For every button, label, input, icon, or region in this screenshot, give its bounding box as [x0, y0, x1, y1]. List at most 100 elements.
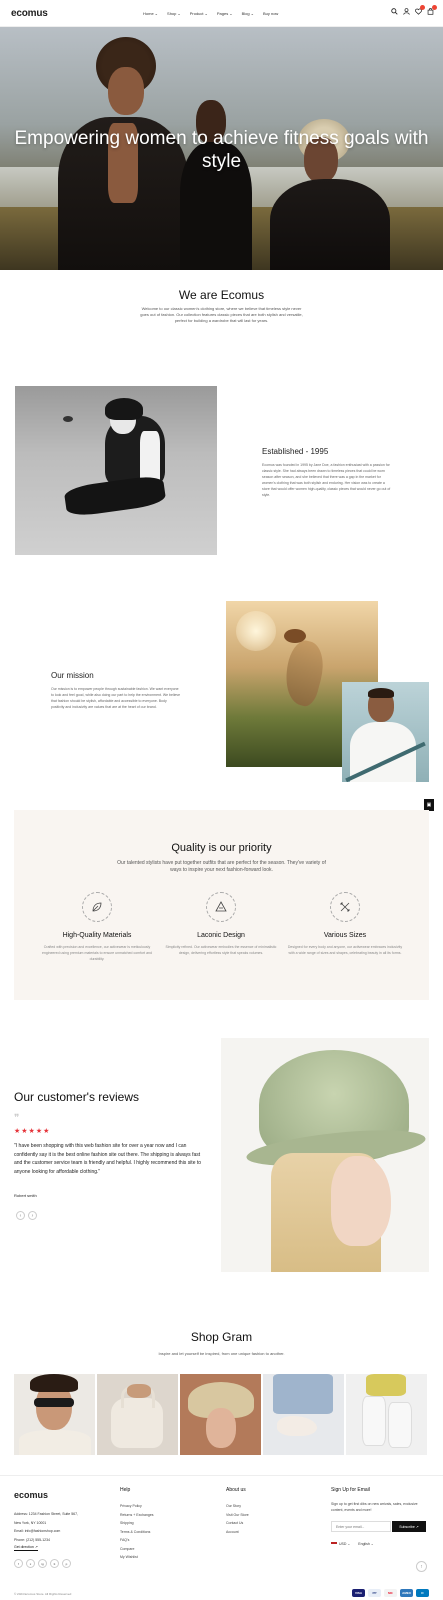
nav-pages[interactable]: Pages ⌄	[217, 11, 233, 16]
quality-item: Various Sizes Designed for every body an…	[285, 892, 405, 956]
rating-stars: ★★★★★	[14, 1128, 51, 1135]
footer-link[interactable]: Shipping	[120, 1519, 154, 1528]
footer-link[interactable]: Account	[226, 1528, 249, 1537]
mission-title: Our mission	[51, 671, 94, 680]
address-line: New York, NY 10001	[14, 1520, 47, 1525]
x-icon[interactable]: x	[26, 1559, 35, 1568]
gallery-image-boots[interactable]	[346, 1374, 427, 1455]
gallery-image-hat[interactable]	[180, 1374, 261, 1455]
footer-link[interactable]: Our Story	[226, 1502, 249, 1511]
hand	[127, 1384, 151, 1398]
diamond-icon	[206, 892, 236, 922]
nav-label: Product	[189, 11, 204, 16]
quality-item-desc: Crafted with precision and excellence, o…	[42, 945, 152, 961]
mission-text: Our mission is to empower people through…	[51, 687, 181, 709]
shopgram-gallery	[14, 1374, 427, 1455]
quality-item: Laconic Design Simplicity refined. Our a…	[161, 892, 281, 956]
established-photo	[15, 386, 217, 555]
social-links: f x ig tt p	[14, 1559, 71, 1568]
pinterest-icon[interactable]: p	[62, 1559, 71, 1568]
nav-home[interactable]: Home ⌄	[143, 11, 158, 16]
quality-item-name: High-Quality Materials	[62, 932, 132, 939]
footer-link[interactable]: Terms & Conditions	[120, 1528, 154, 1537]
signup-title: Sign Up for Email	[331, 1487, 370, 1493]
dancer-dress	[278, 637, 330, 709]
nav-product[interactable]: Product ⌄	[190, 11, 208, 16]
established-text: Ecomus was founded in 1995 by Jane Doe, …	[262, 463, 391, 497]
address-line: Address: 1234 Fashion Street, Suite 567,	[14, 1512, 79, 1516]
facebook-icon[interactable]: f	[14, 1559, 23, 1568]
site-footer: ecomus Address: 1234 Fashion Street, Sui…	[0, 1475, 443, 1600]
gallery-image-sunglasses[interactable]	[14, 1374, 95, 1455]
get-direction-link[interactable]: Get direction ↗	[14, 1545, 38, 1551]
hair	[30, 1374, 78, 1392]
footer-help-title: Help	[120, 1487, 131, 1493]
sun-glow	[236, 611, 276, 651]
footer-logo[interactable]: ecomus	[14, 1490, 48, 1500]
footer-link[interactable]: FAQ's	[120, 1536, 154, 1545]
header-icons	[391, 5, 437, 15]
quality-title: Quality is our priority	[171, 842, 272, 854]
language-select[interactable]: English ⌄	[358, 1542, 373, 1546]
footer-address: Address: 1234 Fashion Street, Suite 567,…	[14, 1510, 78, 1544]
email-input[interactable]	[331, 1521, 391, 1532]
nav-buy-now[interactable]: Buy now	[263, 11, 278, 16]
review-author: Robert smith	[14, 1193, 37, 1198]
gallery-image-bag[interactable]	[97, 1374, 178, 1455]
footer-link[interactable]: My Wishlist	[120, 1553, 154, 1562]
nav-blog[interactable]: Blog ⌄	[242, 11, 254, 16]
nav-shop[interactable]: Shop ⌄	[167, 11, 181, 16]
mission-photo-man	[342, 682, 429, 782]
bird	[63, 416, 73, 422]
heart-icon[interactable]	[415, 5, 425, 15]
tiktok-icon[interactable]: tt	[50, 1559, 59, 1568]
model-legs	[63, 474, 167, 518]
back-to-top-icon[interactable]: ↑	[416, 1561, 427, 1572]
chevron-down-icon: ⌄	[177, 11, 181, 16]
established-title: Established - 1995	[262, 447, 329, 456]
face	[331, 1156, 391, 1246]
cart-icon[interactable]	[427, 5, 437, 15]
pants	[366, 1374, 406, 1396]
chevron-down-icon: ⌄	[154, 11, 159, 16]
arrows-icon	[330, 892, 360, 922]
hero-banner: Empowering women to achieve fitness goal…	[0, 27, 443, 270]
hero-model-left-face	[108, 67, 144, 115]
email-line: Email: info@fashionshop.com	[14, 1529, 61, 1533]
quality-item-name: Laconic Design	[197, 932, 245, 939]
search-icon[interactable]	[391, 8, 398, 15]
us-flag-icon	[331, 1542, 337, 1547]
currency-select[interactable]: USD ⌄	[331, 1542, 350, 1547]
quality-section: Quality is our priority Our talented sty…	[14, 810, 429, 1000]
footer-link[interactable]: Compare	[120, 1545, 154, 1554]
nav-label: Buy now	[262, 11, 279, 16]
footer-help: Help Privacy Policy Returns + Exchanges …	[120, 1487, 154, 1562]
hero-model-right-body	[270, 179, 390, 270]
review-nav: ‹ ›	[16, 1211, 37, 1220]
face	[206, 1408, 236, 1448]
chevron-down-icon: ⌄	[229, 11, 233, 16]
about-title: We are Ecomus	[178, 288, 265, 302]
site-header: ecomus Home ⌄ Shop ⌄ Product ⌄ Pages ⌄ Blog ⌄…	[0, 0, 443, 27]
quality-item-desc: Simplicity refined. Our activewear embod…	[165, 945, 277, 955]
jeans	[273, 1374, 333, 1414]
subscribe-button[interactable]: Subscribe ↗	[392, 1521, 426, 1532]
coat	[19, 1430, 91, 1455]
next-arrow-icon[interactable]: ›	[28, 1211, 37, 1220]
instagram-icon[interactable]: ig	[38, 1559, 47, 1568]
prev-arrow-icon[interactable]: ‹	[16, 1211, 25, 1220]
reviews-title: Our customer's reviews	[14, 1090, 139, 1104]
footer-link[interactable]: Returns + Exchanges	[120, 1511, 154, 1520]
footer-signup: Sign Up for Email	[331, 1487, 370, 1502]
footer-link[interactable]: Contact Us	[226, 1519, 249, 1528]
main-nav: Home ⌄ Shop ⌄ Product ⌄ Pages ⌄ Blog ⌄ Buy no…	[143, 11, 278, 16]
locale-selects: USD ⌄ English ⌄	[331, 1542, 374, 1547]
dancer-hair	[284, 629, 306, 643]
footer-about: About us Our Story Visit Our Store Conta…	[226, 1487, 249, 1536]
user-icon[interactable]	[403, 8, 410, 15]
footer-link[interactable]: Privacy Policy	[120, 1502, 154, 1511]
gallery-image-shoes[interactable]	[263, 1374, 344, 1455]
logo[interactable]: ecomus	[11, 8, 48, 19]
footer-link[interactable]: Visit Our Store	[226, 1511, 249, 1520]
nav-label: Home	[143, 11, 154, 16]
